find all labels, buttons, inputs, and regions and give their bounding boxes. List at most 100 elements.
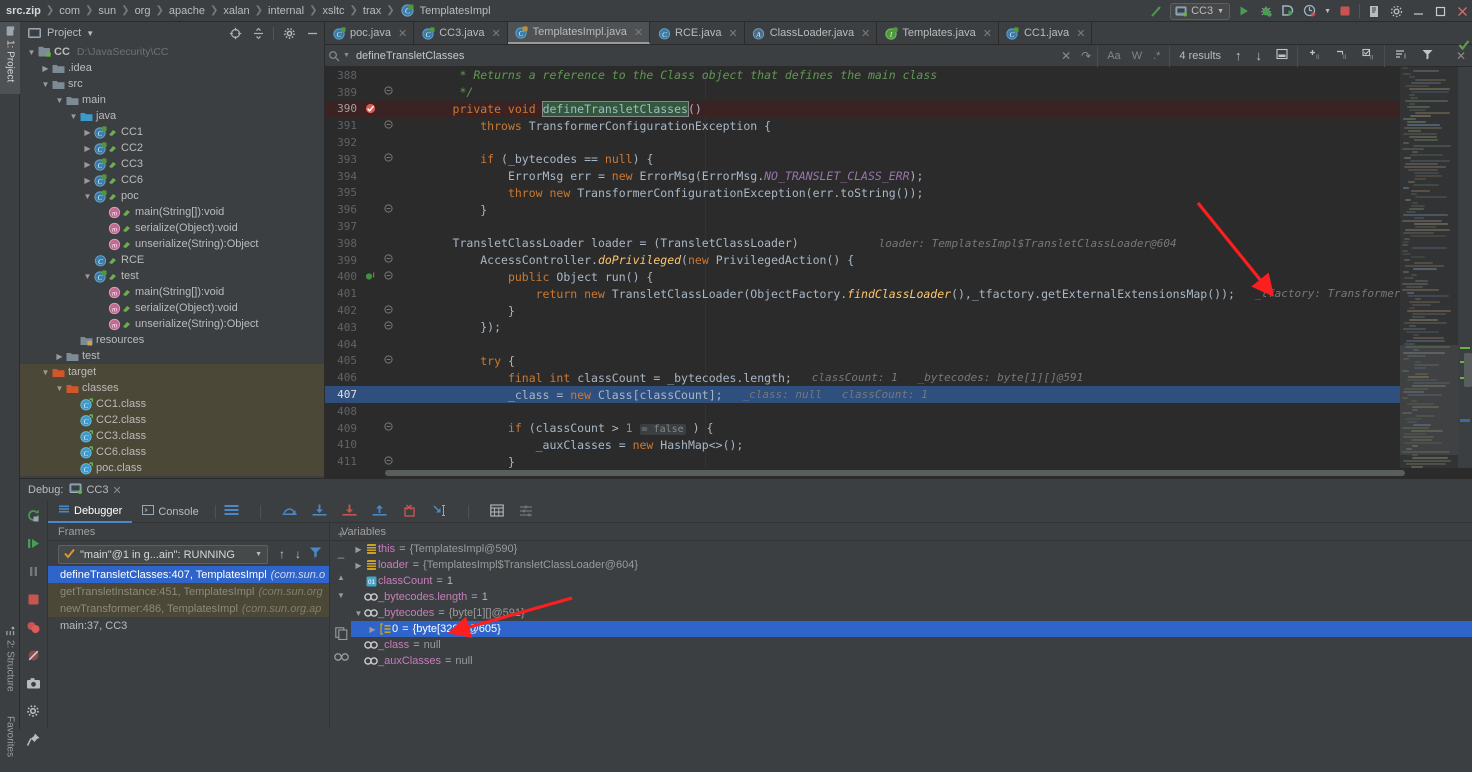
expand-arrow-icon[interactable]: ▼: [353, 605, 364, 621]
line-number[interactable]: 407: [325, 388, 363, 401]
gear-icon[interactable]: [20, 697, 47, 725]
build-icon[interactable]: [1148, 3, 1164, 19]
match-case-option[interactable]: Aa: [1107, 50, 1120, 62]
scroll-from-source-icon[interactable]: [227, 25, 243, 41]
tree-node[interactable]: ▶ test: [20, 348, 324, 364]
gutter-scroll-thumb[interactable]: [1464, 353, 1472, 387]
fold-region-icon[interactable]: [377, 120, 399, 132]
tree-node[interactable]: m unserialize(String):Object: [20, 236, 324, 252]
close-tab-icon[interactable]: ✕: [634, 26, 643, 39]
collapse-arrow-icon[interactable]: ▶: [54, 348, 65, 364]
search-history-icon[interactable]: ↷: [1081, 49, 1091, 63]
editor-horizontal-scrollbar[interactable]: [325, 468, 1405, 478]
stop-icon[interactable]: [20, 585, 47, 613]
filter-icon[interactable]: [1421, 48, 1435, 64]
code-line[interactable]: 392: [325, 134, 1400, 151]
tree-node[interactable]: ▼ main: [20, 92, 324, 108]
code-line[interactable]: 401 return new TransletClassLoader(Objec…: [325, 285, 1400, 302]
stop-icon[interactable]: [1337, 3, 1353, 19]
breadcrumb-item[interactable]: sun: [96, 5, 118, 17]
code-line[interactable]: 399 AccessController.doPrivileged(new Pr…: [325, 252, 1400, 269]
line-number[interactable]: 397: [325, 220, 363, 233]
screenshot-icon[interactable]: [20, 669, 47, 697]
code-line[interactable]: 403 });: [325, 319, 1400, 336]
expand-arrow-icon[interactable]: ▼: [40, 364, 51, 380]
step-into-icon[interactable]: [312, 504, 327, 519]
tree-node[interactable]: m serialize(Object):void: [20, 220, 324, 236]
code-area[interactable]: 388 * Returns a reference to the Class o…: [325, 67, 1400, 468]
variable-row[interactable]: ▶ loader = {TemplatesImpl$TransletClassLoa…: [351, 557, 1472, 573]
filter-lines-icon[interactable]: I: [1394, 48, 1408, 64]
expand-arrow-icon[interactable]: ▼: [26, 44, 37, 60]
breakpoint-icon[interactable]: [363, 103, 377, 114]
close-tab-icon[interactable]: ✕: [983, 27, 992, 40]
close-tab-icon[interactable]: ✕: [861, 27, 870, 40]
line-number[interactable]: 404: [325, 338, 363, 351]
close-icon[interactable]: ✕: [113, 484, 122, 497]
tree-node[interactable]: C CC2.class: [20, 412, 324, 428]
breadcrumb-item[interactable]: internal: [266, 5, 306, 17]
close-tab-icon[interactable]: ✕: [729, 27, 738, 40]
fold-region-icon[interactable]: [377, 422, 399, 434]
line-number[interactable]: 389: [325, 86, 363, 99]
code-line[interactable]: 407 _class = new Class[classCount]; _cla…: [325, 386, 1400, 403]
tab-debugger[interactable]: Debugger: [48, 501, 133, 523]
words-option[interactable]: W: [1132, 50, 1142, 62]
line-number[interactable]: 408: [325, 405, 363, 418]
line-number[interactable]: 409: [325, 422, 363, 435]
layout-icon[interactable]: [224, 504, 239, 519]
fold-region-icon[interactable]: [377, 321, 399, 333]
run-configuration-selector[interactable]: CC3 ▼: [1170, 2, 1231, 20]
variable-row[interactable]: ▶ 0 = {byte[3288]@605}: [351, 621, 1472, 637]
expand-arrow-icon[interactable]: ▼: [68, 108, 79, 124]
code-line[interactable]: 408: [325, 403, 1400, 420]
sidebar-item-project[interactable]: 1: Project: [0, 22, 20, 94]
collapse-arrow-icon[interactable]: ▶: [40, 60, 51, 76]
editor-minimap[interactable]: [1400, 67, 1458, 468]
code-line[interactable]: 405 try {: [325, 353, 1400, 370]
line-number[interactable]: 395: [325, 186, 363, 199]
close-tab-icon[interactable]: ✕: [1076, 27, 1085, 40]
run-to-cursor-icon[interactable]: [432, 504, 447, 520]
drop-frame-icon[interactable]: [402, 503, 417, 520]
up-stack-icon[interactable]: ↑: [274, 547, 290, 561]
breadcrumb-item[interactable]: src.zip: [4, 5, 43, 17]
code-line[interactable]: 397: [325, 218, 1400, 235]
expand-arrow-icon[interactable]: ▼: [82, 188, 93, 204]
variable-row[interactable]: _bytecodes.length = 1: [351, 589, 1472, 605]
tree-node[interactable]: ▶ .idea: [20, 60, 324, 76]
close-tab-icon[interactable]: ✕: [398, 27, 407, 40]
settings-icon[interactable]: [1388, 3, 1404, 19]
maximize-icon[interactable]: [1432, 3, 1448, 19]
clear-search-icon[interactable]: ✕: [1061, 49, 1071, 63]
hide-icon[interactable]: [304, 25, 320, 41]
fold-region-icon[interactable]: [377, 304, 399, 317]
line-number[interactable]: 402: [325, 304, 363, 317]
edit-line-icon[interactable]: II: [1361, 48, 1375, 64]
project-tree[interactable]: ▼ CC D:\JavaSecurity\CC ▶ .idea ▼ src ▼ main ▼ jav…: [20, 44, 324, 478]
pin-icon[interactable]: [20, 725, 47, 753]
gear-icon[interactable]: [281, 25, 297, 41]
line-number[interactable]: 405: [325, 354, 363, 367]
line-number[interactable]: 390: [325, 102, 363, 115]
collapse-arrow-icon[interactable]: ▶: [353, 541, 364, 557]
close-tab-icon[interactable]: ✕: [491, 27, 500, 40]
step-out-icon[interactable]: [372, 504, 387, 519]
line-number[interactable]: 393: [325, 153, 363, 166]
view-breakpoints-icon[interactable]: [20, 613, 47, 641]
collapse-arrow-icon[interactable]: ▶: [82, 156, 93, 172]
chevron-down-icon[interactable]: ▼: [343, 52, 350, 59]
step-over-icon[interactable]: [282, 504, 297, 519]
editor-tab[interactable]: C CC1.java ✕: [999, 22, 1093, 44]
frame-row[interactable]: newTransformer:486, TemplatesImpl (com.su…: [48, 600, 329, 617]
remove-watch-icon[interactable]: –: [338, 550, 345, 564]
line-number[interactable]: 392: [325, 136, 363, 149]
lambda-marker-icon[interactable]: [363, 271, 377, 282]
code-line[interactable]: 396 }: [325, 201, 1400, 218]
line-number[interactable]: 403: [325, 321, 363, 334]
tree-node[interactable]: ▼ java: [20, 108, 324, 124]
variable-row[interactable]: 01 classCount = 1: [351, 573, 1472, 589]
tree-node[interactable]: resources: [20, 332, 324, 348]
filter-icon[interactable]: [306, 546, 329, 561]
tree-node[interactable]: m unserialize(String):Object: [20, 316, 324, 332]
